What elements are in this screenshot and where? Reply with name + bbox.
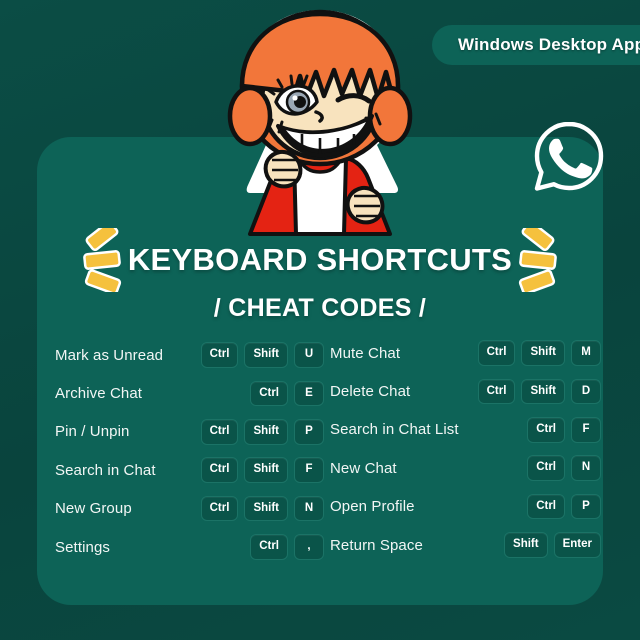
key-cap: Shift bbox=[504, 532, 548, 558]
key-cap: F bbox=[294, 457, 324, 483]
key-cap: Ctrl bbox=[200, 419, 239, 445]
shortcut-row: New Group Ctrl Shift N bbox=[55, 495, 324, 522]
shortcut-label: New Chat bbox=[330, 459, 397, 477]
shortcut-row: New Chat Ctrl N bbox=[330, 455, 601, 481]
key-cap: P bbox=[294, 419, 324, 445]
shortcut-keys: Ctrl Shift M bbox=[477, 340, 601, 366]
shortcut-label: Mark as Unread bbox=[55, 346, 164, 364]
key-cap: Ctrl bbox=[527, 493, 565, 520]
shortcut-label: Settings bbox=[55, 538, 110, 556]
shortcut-keys: Ctrl F bbox=[527, 417, 601, 443]
shortcut-label: Search in Chat List bbox=[330, 421, 459, 439]
shortcut-columns: Mark as Unread Ctrl Shift U Archive Chat Ctrl… bbox=[37, 336, 603, 576]
key-cap: Ctrl bbox=[250, 534, 288, 560]
title-block: KEYBOARD SHORTCUTS / CHEAT CODES / bbox=[37, 220, 603, 323]
key-cap: Ctrl bbox=[200, 495, 239, 522]
key-cap: N bbox=[571, 455, 601, 481]
shortcut-row: Archive Chat Ctrl E bbox=[55, 380, 324, 407]
key-cap: U bbox=[294, 342, 324, 368]
key-cap: Shift bbox=[244, 495, 288, 522]
shortcut-label: Return Space bbox=[330, 536, 423, 554]
shortcut-row: Settings Ctrl, bbox=[55, 534, 324, 560]
shortcut-keys: Ctrl Shift N bbox=[200, 495, 324, 522]
key-cap: M bbox=[571, 340, 601, 366]
shortcut-column-left: Mark as Unread Ctrl Shift U Archive Chat Ctrl… bbox=[37, 336, 324, 576]
key-cap: N bbox=[294, 495, 324, 522]
shortcut-row: Delete Chat Ctrl Shift D bbox=[330, 378, 601, 405]
key-cap: Enter bbox=[553, 532, 601, 558]
page-title: KEYBOARD SHORTCUTS bbox=[127, 241, 513, 277]
key-cap: Ctrl bbox=[200, 342, 239, 368]
shortcut-keys: Ctrl E bbox=[250, 380, 324, 407]
whatsapp-logo-icon bbox=[531, 118, 607, 194]
key-cap: Shift bbox=[244, 419, 288, 445]
key-cap: Shift bbox=[521, 340, 565, 366]
key-cap: E bbox=[294, 380, 324, 407]
shortcut-keys: Ctrl Shift P bbox=[200, 419, 324, 445]
shortcut-label: Delete Chat bbox=[330, 382, 411, 400]
key-cap: P bbox=[571, 493, 601, 520]
shortcut-label: Open Profile bbox=[330, 498, 415, 516]
key-cap: F bbox=[571, 417, 601, 443]
shortcut-label: Archive Chat bbox=[55, 384, 143, 402]
character-illustration bbox=[216, 8, 424, 240]
key-cap: Shift bbox=[244, 457, 288, 483]
shortcut-row: Pin / Unpin Ctrl Shift P bbox=[55, 419, 324, 445]
shortcut-keys: Ctrl P bbox=[527, 493, 601, 520]
key-cap: Ctrl bbox=[527, 417, 565, 443]
infographic-canvas: Windows Desktop App KEYBOARD SHORTCUTS /… bbox=[0, 0, 640, 640]
key-cap: , bbox=[294, 534, 324, 560]
shortcut-label: Pin / Unpin bbox=[55, 423, 130, 441]
key-cap: Ctrl bbox=[477, 340, 516, 366]
shortcut-row: Mute Chat Ctrl Shift M bbox=[330, 340, 601, 366]
shortcut-label: Mute Chat bbox=[330, 344, 401, 362]
key-cap: Ctrl bbox=[250, 380, 288, 407]
burst-left-icon bbox=[78, 220, 124, 295]
key-cap: D bbox=[571, 378, 601, 405]
character-head bbox=[227, 9, 413, 167]
shortcut-keys: Ctrl N bbox=[527, 455, 601, 481]
key-cap: Ctrl bbox=[200, 457, 239, 483]
shortcut-row: Return Space Shift Enter bbox=[330, 532, 601, 558]
key-cap: Shift bbox=[244, 342, 288, 368]
key-cap: Ctrl bbox=[527, 455, 565, 481]
shortcut-label: New Group bbox=[55, 500, 132, 518]
shortcut-keys: Ctrl, bbox=[250, 534, 324, 560]
page-subtitle: / CHEAT CODES / bbox=[213, 294, 427, 322]
shortcut-row: Search in Chat Ctrl Shift F bbox=[55, 457, 324, 483]
platform-badge: Windows Desktop App bbox=[432, 25, 640, 65]
shortcut-row: Mark as Unread Ctrl Shift U bbox=[55, 342, 324, 368]
shortcut-label: Search in Chat bbox=[55, 461, 156, 479]
shortcut-keys: Ctrl Shift U bbox=[200, 342, 324, 368]
shortcut-row: Search in Chat List Ctrl F bbox=[330, 417, 601, 443]
shortcut-row: Open Profile Ctrl P bbox=[330, 493, 601, 520]
shortcut-keys: Shift Enter bbox=[504, 532, 601, 558]
shortcut-keys: Ctrl Shift F bbox=[200, 457, 324, 483]
shortcut-column-right: Mute Chat Ctrl Shift M Delete Chat Ctrl Shift D… bbox=[324, 336, 603, 576]
shortcut-keys: Ctrl Shift D bbox=[477, 378, 601, 405]
key-cap: Ctrl bbox=[477, 378, 516, 405]
key-cap: Shift bbox=[521, 378, 565, 405]
burst-right-icon bbox=[516, 220, 562, 295]
platform-badge-label: Windows Desktop App bbox=[458, 35, 640, 54]
